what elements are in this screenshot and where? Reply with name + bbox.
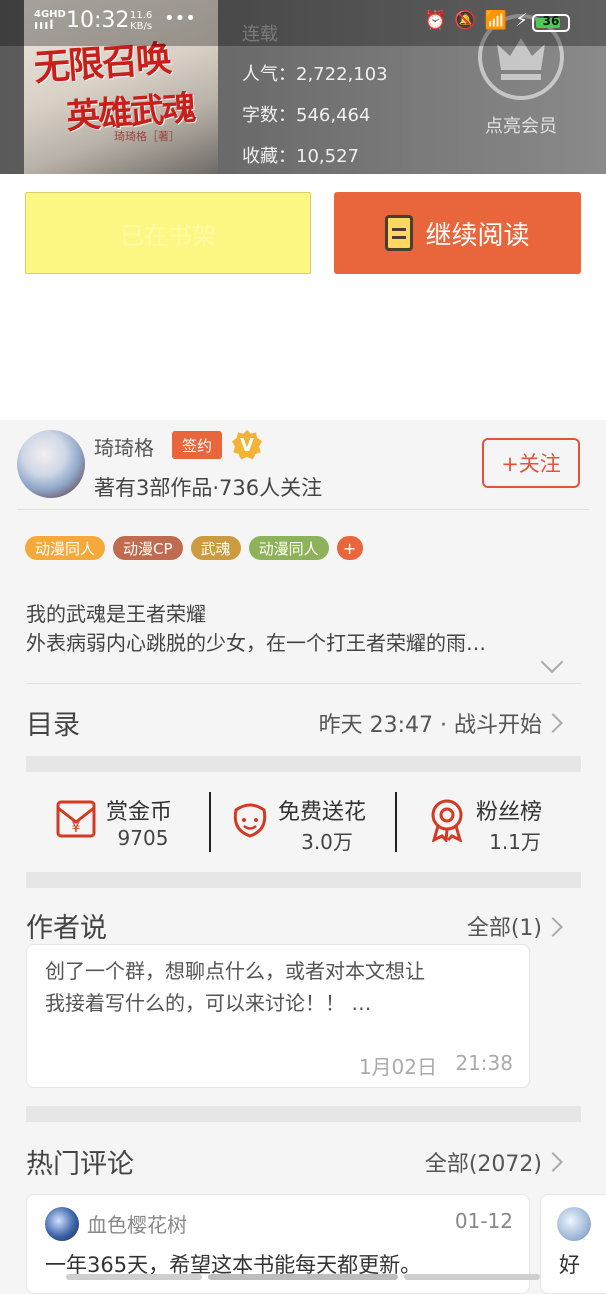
clock: 10:32: [66, 8, 130, 33]
carousel-indicator: [66, 1274, 202, 1280]
more-notifications-icon: •••: [164, 8, 196, 29]
book-icon: [385, 215, 414, 251]
author-avatar[interactable]: [17, 430, 85, 498]
author-note-line-2: 我接着写什么的，可以来讨论！！ …: [45, 991, 372, 1015]
system-icons: ⏰🔕📶⚡: [424, 10, 536, 31]
verified-icon: V: [232, 430, 262, 460]
hot-comments-all-link[interactable]: 全部(2072): [425, 1146, 542, 1178]
tag-list: 动漫同人 动漫CP 武魂 动漫同人 +: [25, 536, 363, 560]
divider: [209, 792, 211, 852]
chevron-right-icon[interactable]: [543, 1152, 563, 1172]
tag-item[interactable]: 武魂: [190, 536, 241, 560]
flower-icon[interactable]: [230, 800, 270, 844]
author-name[interactable]: 琦琦格: [94, 432, 154, 461]
intro-line-1: 我的武魂是王者荣耀: [26, 602, 206, 626]
continue-reading-button[interactable]: 继续阅读: [334, 192, 581, 274]
tag-item[interactable]: 动漫同人: [25, 536, 106, 560]
chevron-right-icon[interactable]: [543, 713, 563, 733]
free-flowers-label[interactable]: 免费送花: [278, 794, 366, 826]
comment-date: 01-12: [454, 1209, 513, 1233]
carousel-indicator: [404, 1274, 540, 1280]
divider: [26, 683, 581, 684]
net-speed: 11.6 KB/s: [130, 10, 153, 32]
fan-rank-value: 1.1万: [489, 830, 541, 854]
section-separator: [26, 1106, 581, 1122]
commenter-name[interactable]: 血色樱花树: [87, 1209, 187, 1238]
chevron-right-icon[interactable]: [543, 917, 563, 937]
divider: [395, 792, 397, 852]
commenter-avatar[interactable]: [557, 1207, 591, 1241]
carousel-indicator: [208, 1274, 398, 1280]
continue-reading-label: 继续阅读: [425, 220, 530, 251]
status-bar: 4GHD ıııl 10:32 11.6 KB/s ••• ⏰🔕📶⚡ 36: [0, 0, 606, 46]
author-note-line-1: 创了一个群，想聊点什么，或者对本文想让: [45, 959, 425, 983]
toc-latest-chapter[interactable]: 昨天 23:47 · 战斗开始: [319, 707, 542, 739]
signed-badge: 签约: [172, 431, 222, 459]
medal-icon[interactable]: [426, 798, 468, 846]
author-summary: 著有3部作品·736人关注: [94, 476, 323, 500]
envelope-yen-icon[interactable]: ¥: [54, 800, 98, 844]
cover-author: 琦琦格［著］: [114, 130, 180, 143]
book-popularity: 人气：2,722,103: [242, 64, 388, 85]
comment-card[interactable]: 好: [540, 1194, 606, 1294]
author-note-card[interactable]: 创了一个群，想聊点什么，或者对本文想让 我接着写什么的，可以来讨论！！ … 1月…: [26, 944, 530, 1088]
hot-comments-title: 热门评论: [26, 1149, 134, 1180]
blank-area: [0, 290, 606, 420]
comment-text-preview: 好: [559, 1253, 580, 1277]
section-separator: [26, 872, 581, 888]
reward-coins-label[interactable]: 赏金币: [106, 794, 172, 826]
svg-text:¥: ¥: [72, 820, 81, 836]
reward-coins-value: 9705: [117, 826, 169, 850]
intro-line-2: 外表病弱内心跳脱的少女，在一个打王者荣耀的雨…: [26, 631, 486, 655]
vip-label[interactable]: 点亮会员: [478, 112, 564, 138]
more-tags-button[interactable]: +: [336, 536, 363, 560]
follow-button[interactable]: +关注: [482, 438, 580, 488]
author-note-time: 21:38: [455, 1051, 513, 1075]
author-says-all-link[interactable]: 全部(1): [467, 910, 542, 942]
divider: [17, 509, 589, 510]
author-says-title: 作者说: [26, 913, 107, 944]
commenter-avatar[interactable]: [45, 1207, 79, 1241]
network-indicator: 4GHD ıııl: [34, 9, 66, 32]
author-note-date: 1月02日: [358, 1055, 437, 1079]
tag-item[interactable]: 动漫CP: [113, 536, 183, 560]
book-word-count: 字数：546,464: [242, 105, 371, 126]
section-separator: [26, 756, 581, 772]
in-bookshelf-button[interactable]: 已在书架: [25, 192, 311, 274]
book-favorites: 收藏：10,527: [242, 146, 359, 167]
tag-item[interactable]: 动漫同人: [248, 536, 329, 560]
battery-level: 36: [542, 14, 560, 28]
toc-title[interactable]: 目录: [26, 703, 80, 742]
fan-rank-label[interactable]: 粉丝榜: [476, 794, 542, 826]
free-flowers-value: 3.0万: [301, 830, 353, 854]
